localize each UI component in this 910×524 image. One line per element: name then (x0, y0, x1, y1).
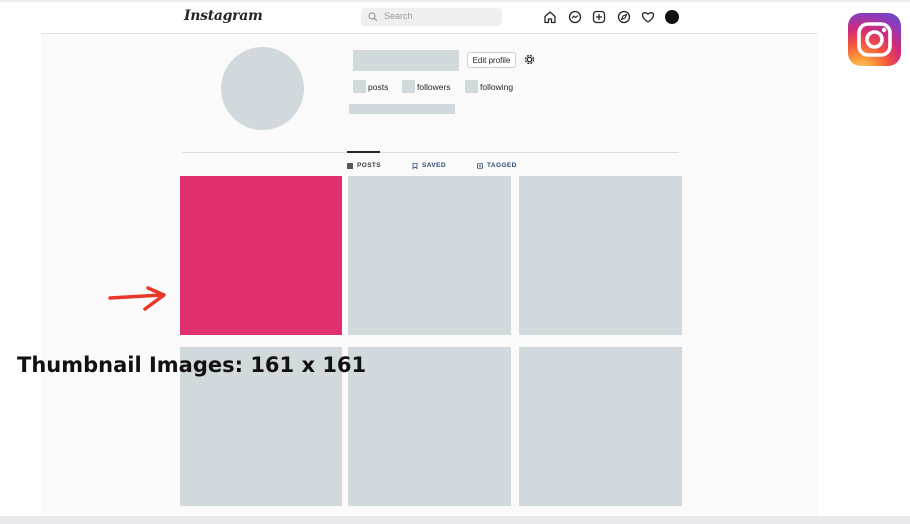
following-label: following (480, 82, 514, 92)
thumbnail-size-caption: Thumbnail Images: 161 x 161 (17, 353, 367, 377)
thumbnail-tile[interactable] (180, 176, 342, 335)
active-tab-indicator (347, 151, 380, 153)
thumbnail-tile[interactable] (348, 347, 511, 506)
followers-count-placeholder (402, 80, 415, 93)
posts-count-placeholder (353, 80, 366, 93)
bottom-strip (0, 516, 910, 524)
profile-picture-placeholder (221, 47, 304, 130)
messenger-icon[interactable] (568, 10, 582, 24)
tab-tagged-label: TAGGED (487, 162, 517, 169)
tab-saved-label: SAVED (422, 162, 446, 169)
tag-icon (477, 163, 483, 169)
top-navbar: Instagram Search (41, 2, 818, 34)
grid-icon (347, 163, 353, 169)
instagram-profile-mockup: Instagram Search Edit profile posts foll… (41, 2, 818, 516)
profile-avatar[interactable] (665, 10, 679, 24)
search-input[interactable]: Search (361, 8, 502, 26)
instagram-wordmark[interactable]: Instagram (184, 8, 263, 24)
search-icon (368, 12, 378, 22)
heart-icon[interactable] (641, 10, 655, 24)
thumbnail-tile[interactable] (348, 176, 511, 335)
tab-posts-label: POSTS (357, 162, 382, 169)
gear-icon[interactable] (523, 53, 536, 66)
thumbnail-tile[interactable] (519, 176, 682, 335)
edit-profile-button[interactable]: Edit profile (467, 52, 516, 68)
red-arrow-annotation (108, 286, 166, 311)
followers-label: followers (417, 82, 451, 92)
new-post-icon[interactable] (592, 10, 606, 24)
bookmark-icon (412, 163, 418, 169)
explore-icon[interactable] (617, 10, 631, 24)
following-count-placeholder (465, 80, 478, 93)
username-placeholder (353, 50, 459, 71)
home-icon[interactable] (543, 10, 557, 24)
tabs-divider (182, 152, 679, 153)
search-placeholder: Search (384, 11, 413, 21)
posts-label: posts (368, 82, 389, 92)
bio-placeholder (349, 104, 455, 114)
instagram-logo-icon (848, 13, 901, 66)
thumbnail-tile[interactable] (519, 347, 682, 506)
